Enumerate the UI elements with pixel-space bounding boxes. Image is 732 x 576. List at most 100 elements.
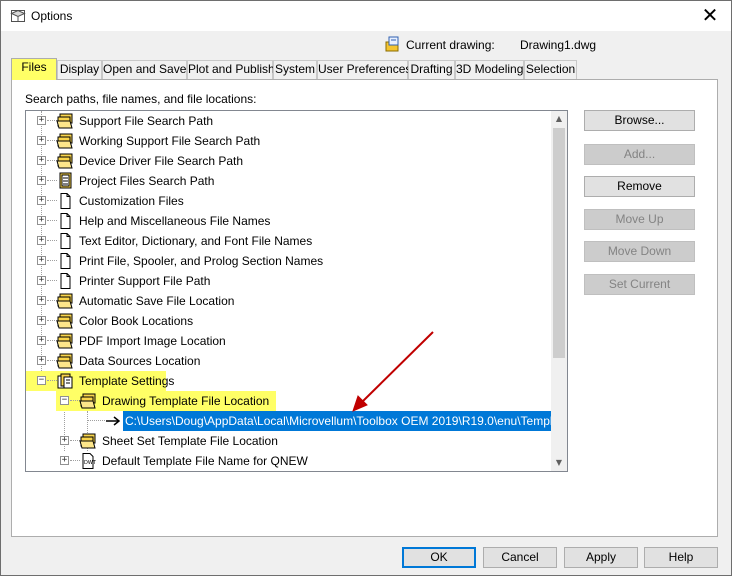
document-icon <box>60 193 71 209</box>
tree-connector <box>87 420 105 421</box>
app-icon <box>10 9 26 22</box>
current-drawing-value: Drawing1.dwg <box>520 38 597 52</box>
tree-item-template-path[interactable]: C:\Users\Doug\AppData\Local\Microvellum\… <box>26 411 551 431</box>
expand-icon[interactable]: + <box>37 156 46 165</box>
tab-open-and-save[interactable]: Open and Save <box>102 60 187 79</box>
options-dialog: Options ✕ Current drawing: Drawing1.dwg … <box>0 0 732 576</box>
tree-item-project-files-search-path[interactable]: + Project Files Search Path <box>26 171 551 191</box>
expand-icon[interactable]: + <box>37 176 46 185</box>
folders-icon <box>56 113 73 129</box>
expand-icon[interactable]: + <box>37 276 46 285</box>
close-icon[interactable]: ✕ <box>695 3 725 29</box>
tree-item-automatic-save-file-location[interactable]: + Automatic Save File Location <box>26 291 551 311</box>
tree-item-print-file-spooler-prolog-section-names[interactable]: + Print File, Spooler, and Prolog Sectio… <box>26 251 551 271</box>
collapse-icon[interactable]: − <box>60 396 69 405</box>
dwt-file-icon: DWT <box>82 453 97 469</box>
tree-item-device-driver-file-search-path[interactable]: + Device Driver File Search Path <box>26 151 551 171</box>
template-path-value[interactable]: C:\Users\Doug\AppData\Local\Microvellum\… <box>123 411 551 431</box>
tab-selection[interactable]: Selection <box>524 60 577 79</box>
template-icon <box>57 373 73 389</box>
tree-item-support-file-search-path[interactable]: + Support File Search Path <box>26 111 551 131</box>
expand-icon[interactable]: + <box>37 216 46 225</box>
folders-icon <box>56 333 73 349</box>
tab-system[interactable]: System <box>273 60 317 79</box>
tree-item-label: Color Book Locations <box>79 314 194 328</box>
tree-item-printer-support-file-path[interactable]: + Printer Support File Path <box>26 271 551 291</box>
tree-item-label: Help and Miscellaneous File Names <box>79 214 271 228</box>
file-locations-tree[interactable]: + Support File Search Path + Working Sup… <box>25 110 568 472</box>
tree-item-label: PDF Import Image Location <box>79 334 226 348</box>
tree-item-data-sources-location[interactable]: + Data Sources Location <box>26 351 551 371</box>
tree-item-sheet-set-template-file-location[interactable]: + Sheet Set Template File Location <box>26 431 551 451</box>
add-button[interactable]: Add... <box>584 144 695 165</box>
tree-item-label: Project Files Search Path <box>79 174 215 188</box>
move-up-button[interactable]: Move Up <box>584 209 695 230</box>
tree-item-label: Sheet Set Template File Location <box>102 434 278 448</box>
folders-icon <box>56 153 73 169</box>
expand-icon[interactable]: + <box>37 356 46 365</box>
document-icon <box>60 233 71 249</box>
expand-icon[interactable]: + <box>37 196 46 205</box>
ok-button[interactable]: OK <box>402 547 476 568</box>
tree-item-label: Default Template File Name for QNEW <box>102 454 308 468</box>
expand-icon[interactable]: + <box>37 116 46 125</box>
tab-display[interactable]: Display <box>57 60 102 79</box>
title-bar: Options ✕ <box>1 1 731 31</box>
tree-content: + Support File Search Path + Working Sup… <box>26 111 551 471</box>
drawing-file-icon <box>385 36 399 52</box>
tree-item-label: Drawing Template File Location <box>102 394 270 408</box>
arrow-right-icon <box>106 416 121 426</box>
tree-item-working-support-file-search-path[interactable]: + Working Support File Search Path <box>26 131 551 151</box>
folders-icon <box>56 353 73 369</box>
tree-scrollbar[interactable]: ▲ ▼ <box>551 111 567 471</box>
tree-item-pdf-import-image-location[interactable]: + PDF Import Image Location <box>26 331 551 351</box>
folders-icon <box>79 393 96 409</box>
expand-icon[interactable]: + <box>60 436 69 445</box>
cancel-button[interactable]: Cancel <box>483 547 557 568</box>
svg-text:DWT: DWT <box>84 460 97 466</box>
current-drawing-label: Current drawing: <box>406 38 495 52</box>
expand-icon[interactable]: + <box>37 136 46 145</box>
expand-icon[interactable]: + <box>37 296 46 305</box>
tree-item-text-editor-dictionary-font-file-names[interactable]: + Text Editor, Dictionary, and Font File… <box>26 231 551 251</box>
apply-button[interactable]: Apply <box>564 547 638 568</box>
tab-drafting[interactable]: Drafting <box>408 60 455 79</box>
help-button[interactable]: Help <box>644 547 718 568</box>
tree-item-template-settings[interactable]: − Template Settings <box>26 371 174 391</box>
scroll-down-icon[interactable]: ▼ <box>551 455 567 471</box>
tree-item-help-and-miscellaneous-file-names[interactable]: + Help and Miscellaneous File Names <box>26 211 551 231</box>
tab-files[interactable]: Files <box>11 58 57 80</box>
tab-plot-and-publish[interactable]: Plot and Publish <box>187 60 275 79</box>
tree-item-label: Template Settings <box>79 374 175 388</box>
document-icon <box>60 273 71 289</box>
expand-icon[interactable]: + <box>37 336 46 345</box>
expand-icon[interactable]: + <box>37 236 46 245</box>
set-current-button[interactable]: Set Current <box>584 274 695 295</box>
tree-item-label: Support File Search Path <box>79 114 214 128</box>
tree-item-label: Device Driver File Search Path <box>79 154 244 168</box>
tree-item-label: Print File, Spooler, and Prolog Section … <box>79 254 324 268</box>
expand-icon[interactable]: + <box>37 316 46 325</box>
folders-icon <box>56 133 73 149</box>
tree-item-label: Working Support File Search Path <box>79 134 261 148</box>
tab-user-preferences[interactable]: User Preferences <box>317 60 411 79</box>
move-down-button[interactable]: Move Down <box>584 241 695 262</box>
browse-button[interactable]: Browse... <box>584 110 695 131</box>
files-tab-panel: Search paths, file names, and file locat… <box>11 79 718 537</box>
scroll-up-icon[interactable]: ▲ <box>551 111 567 127</box>
project-icon <box>59 172 72 189</box>
expand-icon[interactable]: + <box>37 256 46 265</box>
tree-item-default-template-file-name-qnew[interactable]: + DWT Default Template File Name for QNE… <box>26 451 551 471</box>
expand-icon[interactable]: + <box>60 456 69 465</box>
scroll-thumb[interactable] <box>553 128 565 358</box>
tree-item-drawing-template-file-location[interactable]: − Drawing Template File Location <box>26 391 551 411</box>
remove-button[interactable]: Remove <box>584 176 695 197</box>
tree-item-label: Printer Support File Path <box>79 274 211 288</box>
panel-label: Search paths, file names, and file locat… <box>25 92 257 106</box>
folders-icon <box>56 293 73 309</box>
tree-item-customization-files[interactable]: + Customization Files <box>26 191 551 211</box>
document-icon <box>60 213 71 229</box>
tab-3d-modeling[interactable]: 3D Modeling <box>455 60 524 79</box>
collapse-icon[interactable]: − <box>37 376 46 385</box>
tree-item-color-book-locations[interactable]: + Color Book Locations <box>26 311 551 331</box>
